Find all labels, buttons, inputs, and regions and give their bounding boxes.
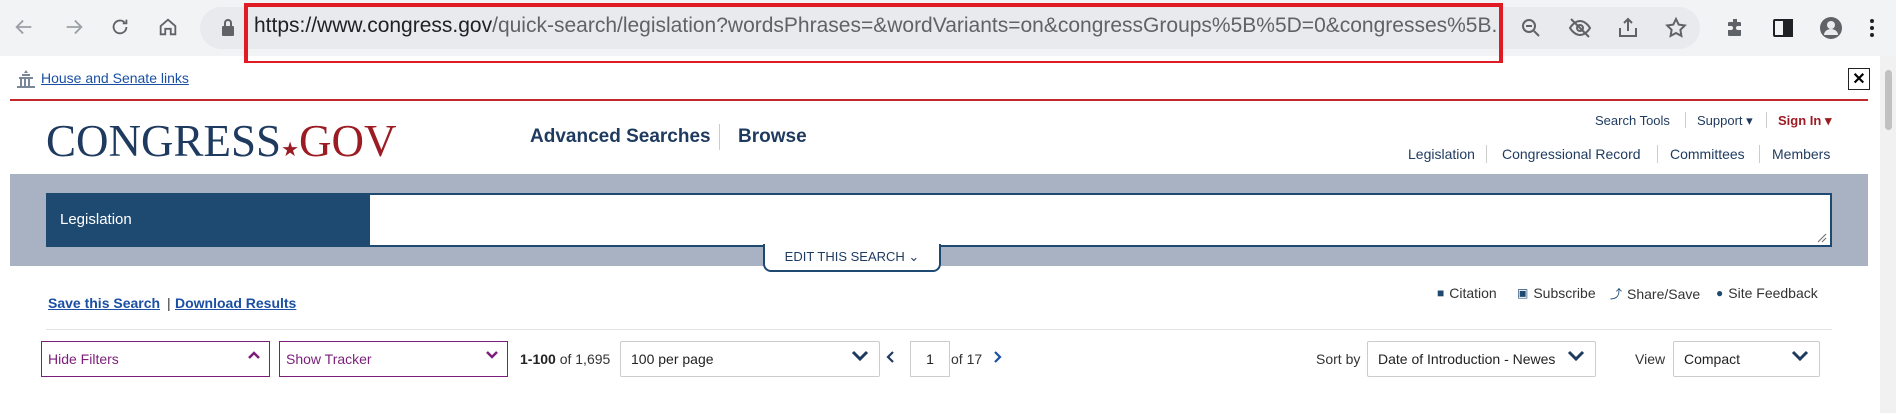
share-icon[interactable] xyxy=(1613,13,1643,43)
chevron-down-icon xyxy=(1791,349,1809,366)
support-menu[interactable]: Support ▾ xyxy=(1697,113,1753,129)
chevron-down-icon xyxy=(485,348,499,367)
hide-filters-label: Hide Filters xyxy=(48,351,119,367)
show-tracker-button[interactable]: Show Tracker xyxy=(279,341,508,377)
home-icon[interactable] xyxy=(150,9,186,45)
sort-value: Date of Introduction - Newes xyxy=(1378,351,1556,367)
sign-in-menu[interactable]: Sign In ▾ xyxy=(1778,113,1831,129)
subscribe-label: Subscribe xyxy=(1533,285,1596,301)
eye-off-icon[interactable] xyxy=(1565,13,1595,43)
hide-filters-button[interactable]: Hide Filters xyxy=(41,341,270,377)
logo-star-icon: ★ xyxy=(281,139,300,161)
download-results-link[interactable]: Download Results xyxy=(175,295,296,311)
view-value: Compact xyxy=(1684,351,1741,367)
header-divider xyxy=(10,99,1868,101)
chevron-down-icon xyxy=(1567,349,1585,366)
search-tools-link[interactable]: Search Tools xyxy=(1595,113,1670,128)
actions-divider-line xyxy=(46,329,1832,330)
citation-icon: ■ xyxy=(1437,286,1445,300)
site-feedback-link[interactable]: ● Site Feedback xyxy=(1716,285,1818,301)
section-link-congressional-record[interactable]: Congressional Record xyxy=(1502,146,1641,162)
section-divider xyxy=(1657,145,1658,163)
search-scope-label: Legislation xyxy=(60,211,132,228)
sort-label: Sort by xyxy=(1316,351,1361,367)
extensions-icon[interactable] xyxy=(1720,13,1750,43)
share-save-icon: ⤴ xyxy=(1610,287,1623,301)
page-number-input[interactable]: 1 xyxy=(910,341,950,377)
back-icon[interactable] xyxy=(6,9,42,45)
subscribe-link[interactable]: ▣ Subscribe xyxy=(1517,285,1596,301)
subscribe-icon: ▣ xyxy=(1517,286,1529,300)
section-divider xyxy=(1759,145,1760,163)
results-range: 1-100 xyxy=(520,351,556,367)
section-divider xyxy=(1486,145,1487,163)
show-tracker-label: Show Tracker xyxy=(286,351,372,367)
close-notice-button[interactable]: ✕ xyxy=(1848,68,1870,90)
capitol-icon xyxy=(15,69,37,94)
per-page-select[interactable]: 100 per page xyxy=(620,341,880,377)
util-divider xyxy=(1766,112,1767,128)
congress-gov-logo[interactable]: CONGRESS★GOV xyxy=(46,115,397,167)
feedback-icon: ● xyxy=(1716,286,1724,300)
citation-label: Citation xyxy=(1449,285,1497,301)
browser-toolbar: https://www.congress.gov/quick-search/le… xyxy=(0,0,1896,65)
zoom-out-icon[interactable] xyxy=(1516,13,1546,43)
bookmark-star-icon[interactable] xyxy=(1661,13,1691,43)
per-page-value: 100 per page xyxy=(631,351,714,367)
browse-link[interactable]: Browse xyxy=(738,126,807,148)
nav-divider xyxy=(719,124,720,150)
next-page-button[interactable] xyxy=(993,350,1003,369)
section-link-members[interactable]: Members xyxy=(1772,146,1830,162)
profile-avatar-icon[interactable] xyxy=(1816,13,1846,43)
logo-gov-text: GOV xyxy=(299,116,397,166)
section-link-legislation[interactable]: Legislation xyxy=(1408,146,1475,162)
logo-congress-text: CONGRESS xyxy=(46,116,282,166)
actions-divider: | xyxy=(167,295,171,311)
results-count: 1-100 of 1,695 xyxy=(520,351,610,367)
citation-link[interactable]: ■ Citation xyxy=(1437,285,1497,301)
lock-icon[interactable] xyxy=(220,17,236,42)
side-panel-icon[interactable] xyxy=(1768,13,1798,43)
section-link-committees[interactable]: Committees xyxy=(1670,146,1745,162)
chevron-down-icon xyxy=(851,349,869,366)
forward-icon[interactable] xyxy=(56,9,92,45)
edit-search-button[interactable]: EDIT THIS SEARCH ⌄ xyxy=(763,244,941,272)
previous-page-button[interactable] xyxy=(885,350,895,369)
sort-select[interactable]: Date of Introduction - Newes xyxy=(1367,341,1596,377)
notice-bar: House and Senate links ✕ xyxy=(0,63,1896,99)
page-total: of 17 xyxy=(951,351,983,367)
chevron-up-icon xyxy=(247,348,261,367)
resize-handle-icon[interactable] xyxy=(1815,230,1827,248)
view-select[interactable]: Compact xyxy=(1673,341,1820,377)
scrollbar-thumb[interactable] xyxy=(1885,70,1892,130)
util-divider xyxy=(1685,112,1686,128)
house-senate-links[interactable]: House and Senate links xyxy=(41,70,189,86)
results-total: of 1,695 xyxy=(559,351,611,367)
advanced-searches-link[interactable]: Advanced Searches xyxy=(530,126,711,148)
url-highlight-box xyxy=(244,3,1503,65)
reload-icon[interactable] xyxy=(102,9,138,45)
share-save-label: Share/Save xyxy=(1627,285,1701,302)
share-save-link[interactable]: ⤴ Share/Save xyxy=(1610,285,1700,302)
site-feedback-label: Site Feedback xyxy=(1728,285,1818,301)
view-label: View xyxy=(1635,351,1666,367)
save-search-link[interactable]: Save this Search xyxy=(48,295,160,311)
menu-kebab-icon[interactable] xyxy=(1862,13,1882,43)
